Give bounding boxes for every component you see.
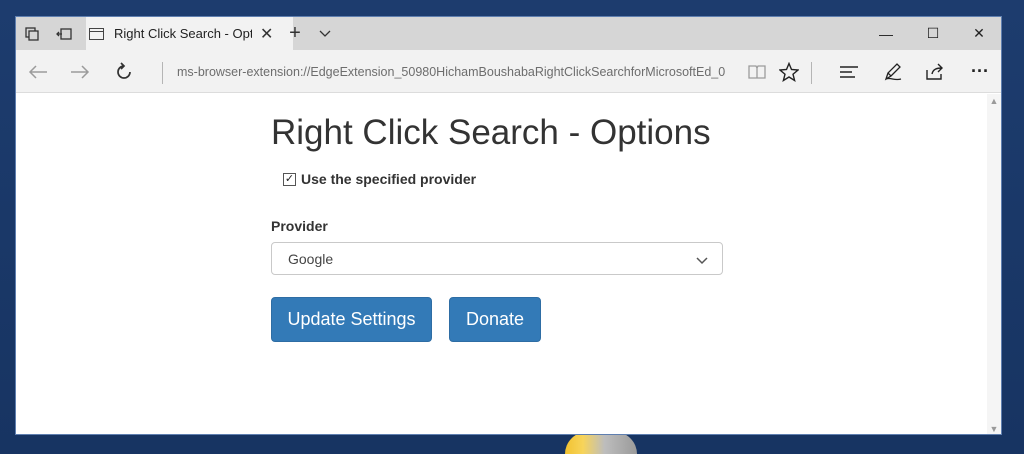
share-icon[interactable] <box>917 50 953 93</box>
update-settings-button[interactable]: Update Settings <box>271 297 432 342</box>
set-aside-tabs-icon[interactable] <box>48 17 80 50</box>
tab-active[interactable]: Right Click Search - Opt ✕ <box>86 17 293 50</box>
address-bar[interactable]: ms-browser-extension://EdgeExtension_509… <box>177 50 732 93</box>
donate-button[interactable]: Donate <box>449 297 541 342</box>
reading-view-icon[interactable] <box>739 50 775 93</box>
browser-window: Right Click Search - Opt ✕ + — ☐ ✕ ms-br… <box>15 16 1002 435</box>
hub-icon[interactable] <box>831 50 867 93</box>
page-content: Right Click Search - Options ✓ Use the s… <box>16 94 989 434</box>
tab-close-icon[interactable]: ✕ <box>260 24 273 44</box>
tab-bar: Right Click Search - Opt ✕ + — ☐ ✕ <box>16 17 1001 50</box>
navigation-bar: ms-browser-extension://EdgeExtension_509… <box>16 50 1001 93</box>
use-provider-checkbox[interactable]: ✓ <box>283 172 296 186</box>
provider-select[interactable]: Google <box>271 242 723 275</box>
use-provider-row: ✓ Use the specified provider <box>283 171 476 187</box>
new-tab-button[interactable]: + <box>282 17 308 50</box>
tab-preview-icon[interactable] <box>16 17 48 50</box>
chevron-down-icon <box>696 252 708 268</box>
favorite-star-icon[interactable] <box>771 50 807 93</box>
maximize-button[interactable]: ☐ <box>910 17 956 50</box>
scroll-up-icon[interactable]: ▲ <box>987 94 1001 108</box>
provider-select-value: Google <box>288 250 334 267</box>
refresh-icon[interactable] <box>106 50 142 93</box>
web-note-pen-icon[interactable] <box>875 50 911 93</box>
minimize-button[interactable]: — <box>863 17 909 50</box>
vertical-scrollbar[interactable]: ▲ ▼ <box>987 94 1001 434</box>
tab-title: Right Click Search - Opt <box>114 26 252 41</box>
page-icon <box>89 27 104 40</box>
use-provider-label: Use the specified provider <box>301 171 477 187</box>
close-window-button[interactable]: ✕ <box>956 17 1001 50</box>
provider-label: Provider <box>271 218 328 234</box>
scroll-down-icon[interactable]: ▼ <box>987 422 1001 434</box>
back-arrow-icon[interactable] <box>20 50 56 93</box>
more-options-button[interactable]: ··· <box>962 50 998 93</box>
forward-arrow-icon[interactable] <box>62 50 98 93</box>
desktop-wallpaper-graphic <box>565 432 637 454</box>
toolbar-separator <box>811 62 812 84</box>
tab-list-chevron-icon[interactable] <box>314 17 336 50</box>
address-separator <box>162 62 163 84</box>
page-title: Right Click Search - Options <box>271 113 711 152</box>
